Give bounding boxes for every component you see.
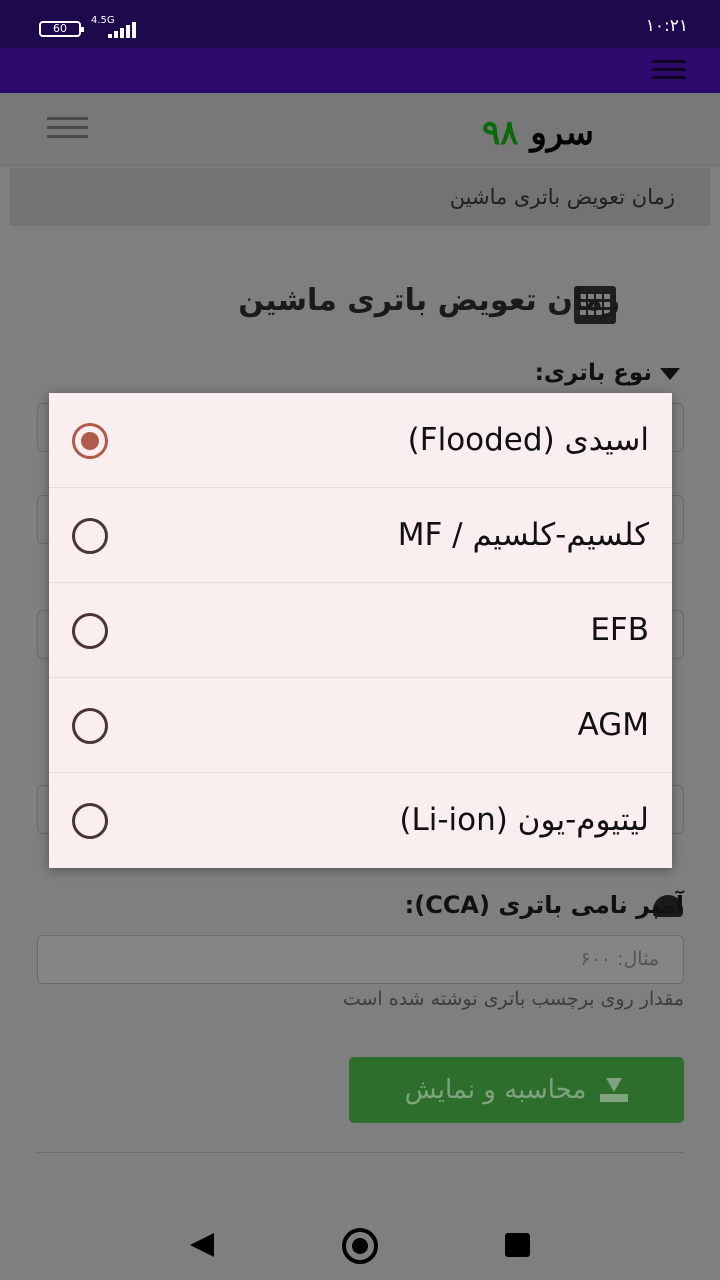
page-title: زمان تعویض باتری ماشین (238, 283, 620, 318)
calculate-button[interactable]: محاسبه و نمایش (349, 1057, 684, 1123)
option-flooded[interactable]: اسیدی (Flooded) (49, 393, 672, 488)
option-label: AGM (577, 707, 649, 743)
recent-apps-icon[interactable] (505, 1233, 530, 1257)
radio-checked-icon[interactable] (72, 423, 108, 459)
back-icon[interactable] (190, 1233, 214, 1257)
site-header: سرو ۹۸ (0, 93, 720, 166)
option-li-ion[interactable]: لیتیوم-یون (Li-ion) (49, 773, 672, 868)
download-icon (600, 1078, 629, 1102)
radio-unchecked-icon[interactable] (72, 613, 108, 649)
signal-icon (108, 22, 138, 38)
site-logo[interactable]: سرو ۹۸ (482, 113, 594, 153)
option-label: کلسیم-کلسیم / MF (397, 517, 649, 553)
status-bar: 60 4.5G ۱۰:۲۱ (0, 0, 720, 48)
option-label: اسیدی (Flooded) (407, 422, 649, 458)
clock: ۱۰:۲۱ (645, 16, 688, 36)
battery-icon: 60 (39, 21, 84, 37)
option-label: EFB (590, 612, 649, 648)
divider (37, 1152, 684, 1153)
radio-unchecked-icon[interactable] (72, 518, 108, 554)
cca-help-text: مقدار روی برچسب باتری نوشته شده است (342, 988, 684, 1010)
option-agm[interactable]: AGM (49, 678, 672, 773)
app-menu-icon[interactable] (652, 60, 686, 82)
logo-number: ۹۸ (482, 113, 519, 153)
app-bar (0, 48, 720, 93)
battery-type-label: نوع باتری: (535, 360, 680, 386)
cca-label: آمپر نامی باتری (CCA): (404, 891, 684, 919)
option-calcium-mf[interactable]: کلسیم-کلسیم / MF (49, 488, 672, 583)
breadcrumb: زمان تعویض باتری ماشین (10, 168, 710, 226)
radio-unchecked-icon[interactable] (72, 708, 108, 744)
logo-word: سرو (530, 113, 595, 153)
home-icon[interactable] (342, 1228, 378, 1264)
menu-icon[interactable] (47, 117, 88, 143)
filter-icon (660, 367, 680, 380)
battery-level: 60 (53, 22, 67, 35)
calculate-button-label: محاسبه و نمایش (404, 1075, 587, 1105)
battery-type-dialog: اسیدی (Flooded) کلسیم-کلسیم / MF EFB AGM… (49, 393, 672, 868)
battery-type-label-text: نوع باتری: (534, 360, 652, 386)
radio-unchecked-icon[interactable] (72, 803, 108, 839)
cca-input[interactable]: مثال: ۶۰۰ (37, 935, 684, 984)
option-efb[interactable]: EFB (49, 583, 672, 678)
option-label: لیتیوم-یون (Li-ion) (399, 802, 649, 838)
